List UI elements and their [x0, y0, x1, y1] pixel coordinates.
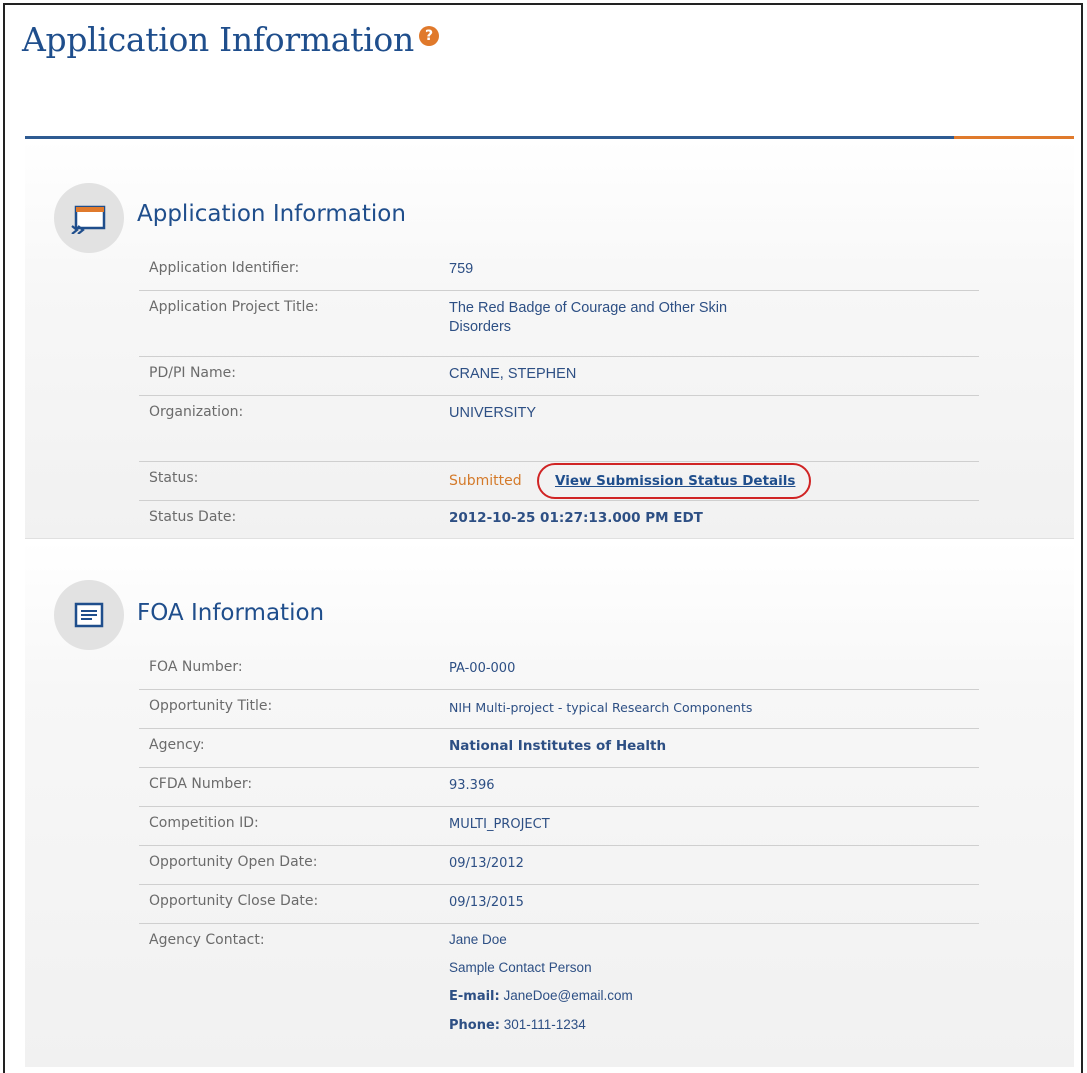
row-competition-id: Competition ID: MULTI_PROJECT — [139, 807, 979, 846]
row-agency-contact: Agency Contact: Jane Doe Sample Contact … — [139, 924, 979, 1054]
row-label: Status: — [149, 470, 199, 486]
row-value: 2012-10-25 01:27:13.000 PM EDT — [449, 510, 703, 526]
row-cfda-number: CFDA Number: 93.396 — [139, 768, 979, 807]
row-label: FOA Number: — [149, 659, 243, 675]
row-status: Status: Submitted View Submission Status… — [139, 462, 979, 501]
row-value: The Red Badge of Courage and Other Skin … — [449, 299, 727, 337]
row-application-identifier: Application Identifier: 759 — [139, 252, 979, 291]
phone-label: Phone: — [449, 1018, 500, 1033]
question-icon[interactable]: ? — [419, 26, 439, 46]
contact-email-line: E-mail: JaneDoe@email.com — [449, 982, 633, 1011]
view-submission-status-details-link[interactable]: View Submission Status Details — [555, 472, 795, 491]
contact-email[interactable]: JaneDoe@email.com — [503, 988, 632, 1003]
row-label: Opportunity Title: — [149, 698, 273, 714]
row-opportunity-title: Opportunity Title: NIH Multi-project - t… — [139, 690, 979, 729]
row-label: Status Date: — [149, 509, 237, 525]
row-pd-pi-name: PD/PI Name: CRANE, STEPHEN — [139, 357, 979, 396]
agency-contact-block: Jane Doe Sample Contact Person E-mail: J… — [449, 926, 633, 1040]
row-agency: Agency: National Institutes of Health — [139, 729, 979, 768]
contact-role: Sample Contact Person — [449, 960, 592, 975]
status-badge: Submitted — [449, 473, 522, 489]
row-value-line: The Red Badge of Courage and Other Skin — [449, 300, 728, 316]
email-label: E-mail: — [449, 989, 500, 1004]
document-list-icon — [54, 580, 124, 650]
application-section-title: Application Information — [137, 201, 406, 227]
contact-phone: 301-111-1234 — [503, 1017, 586, 1032]
row-opportunity-close-date: Opportunity Close Date: 09/13/2015 — [139, 885, 979, 924]
row-status-date: Status Date: 2012-10-25 01:27:13.000 PM … — [139, 501, 979, 539]
row-value: PA-00-000 — [449, 661, 516, 676]
row-value: 759 — [449, 261, 474, 277]
row-value-line: Disorders — [449, 319, 512, 335]
row-label: Application Project Title: — [149, 299, 319, 315]
contact-phone-line: Phone: 301-111-1234 — [449, 1011, 633, 1040]
row-label: Opportunity Open Date: — [149, 854, 318, 870]
row-label: Opportunity Close Date: — [149, 893, 319, 909]
row-value: 09/13/2015 — [449, 895, 524, 910]
row-label: Organization: — [149, 404, 244, 420]
row-label: Agency: — [149, 737, 205, 753]
row-label: Application Identifier: — [149, 260, 300, 276]
row-foa-number: FOA Number: PA-00-000 — [139, 651, 979, 690]
row-label: Competition ID: — [149, 815, 259, 831]
page-title: Application Information — [22, 20, 414, 59]
application-window-icon — [54, 183, 124, 253]
row-opportunity-open-date: Opportunity Open Date: 09/13/2012 — [139, 846, 979, 885]
row-label: CFDA Number: — [149, 776, 253, 792]
row-value: 09/13/2012 — [449, 856, 524, 871]
foa-section-title: FOA Information — [137, 600, 325, 626]
row-value: Submitted View Submission Status Details — [449, 463, 811, 499]
row-value: CRANE, STEPHEN — [449, 366, 577, 382]
row-value: MULTI_PROJECT — [449, 817, 550, 832]
row-organization: Organization: UNIVERSITY — [139, 396, 979, 462]
foa-information-panel: FOA Information FOA Number: PA-00-000 Op… — [25, 540, 1074, 1067]
application-information-panel: Application Information Application Iden… — [25, 139, 1074, 539]
row-value: UNIVERSITY — [449, 405, 537, 421]
row-label: Agency Contact: — [149, 932, 265, 948]
row-value: National Institutes of Health — [449, 738, 667, 754]
row-value: NIH Multi-project - typical Research Com… — [449, 700, 753, 715]
contact-name: Jane Doe — [449, 932, 507, 947]
row-label: PD/PI Name: — [149, 365, 236, 381]
row-application-project-title: Application Project Title: The Red Badge… — [139, 291, 979, 357]
row-value: 93.396 — [449, 778, 495, 793]
